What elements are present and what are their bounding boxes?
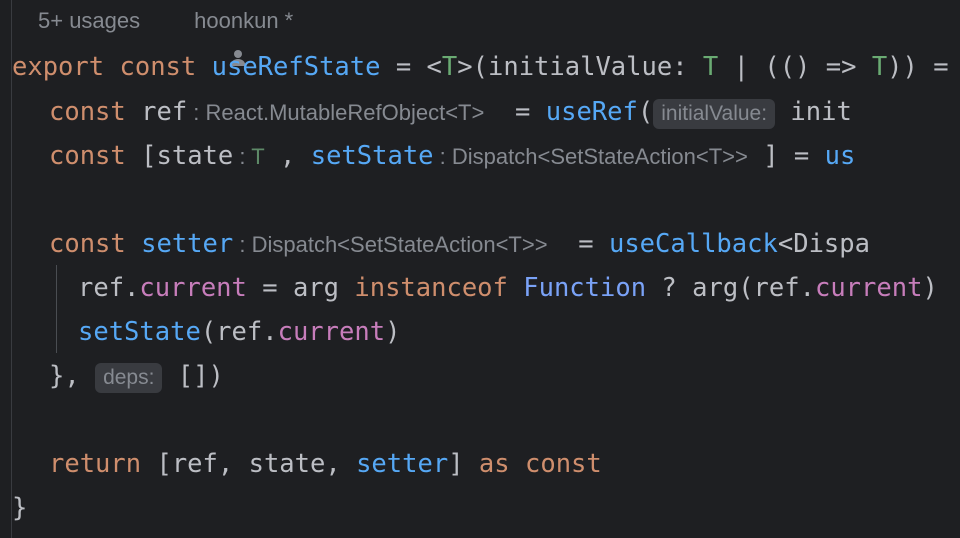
- line-export-signature-token-4: useRefState: [211, 52, 381, 82]
- line-const-state-token-3: :: [233, 144, 252, 169]
- line-const-ref-token-1: [126, 97, 141, 127]
- line-const-setter-token-1: [126, 229, 141, 259]
- line-const-state-token-2: state: [156, 141, 234, 171]
- editor-gutter[interactable]: [0, 0, 11, 538]
- line-const-ref-token-4: =: [484, 97, 546, 127]
- line-const-state-token-0: const: [49, 141, 126, 171]
- line-const-state-token-6: setState: [310, 141, 434, 171]
- line-export-signature-token-3: [196, 52, 211, 82]
- line-const-setter-token-5: useCallback: [608, 229, 778, 259]
- line-const-setter[interactable]: const setter : Dispatch<SetStateAction<T…: [49, 222, 870, 266]
- line-close-function[interactable]: }: [12, 486, 27, 530]
- author-label[interactable]: hoonkun *: [194, 4, 293, 38]
- line-ref-current-assign-token-4: [508, 273, 523, 303]
- line-export-signature[interactable]: export const useRefState = <T>(initialVa…: [12, 45, 949, 89]
- line-export-signature-token-8: T: [702, 52, 719, 82]
- line-const-ref-token-2: ref: [141, 97, 188, 127]
- author-group[interactable]: hoonkun *: [166, 4, 293, 66]
- line-export-signature-token-5: = <: [380, 52, 442, 82]
- line-const-state-token-8: ] =: [747, 141, 825, 171]
- usages-link[interactable]: 5+ usages: [38, 4, 140, 38]
- code-surface[interactable]: 5+ usages hoonkun * export const useRefS…: [12, 0, 960, 538]
- line-const-state-token-4: T: [251, 144, 265, 169]
- line-const-state-token-9: us: [824, 141, 856, 171]
- line-const-ref-token-0: const: [49, 97, 126, 127]
- line-const-ref-token-8: init: [775, 97, 852, 127]
- line-setstate-call-token-1: (ref.: [200, 317, 278, 347]
- line-const-setter-token-0: const: [49, 229, 126, 259]
- line-return-token-0: return: [49, 449, 142, 479]
- line-const-state-token-7: : Dispatch<SetStateAction<T>>: [433, 144, 748, 169]
- line-setstate-call-token-2: current: [277, 317, 386, 347]
- line-const-ref-token-5: useRef: [545, 97, 638, 127]
- code-editor[interactable]: 5+ usages hoonkun * export const useRefS…: [0, 0, 960, 538]
- line-setstate-call-token-0: setState: [78, 317, 201, 347]
- line-setstate-call-token-3: ): [385, 317, 401, 347]
- line-ref-current-assign-token-2: = arg: [246, 273, 355, 303]
- line-const-state[interactable]: const [state : T , setState : Dispatch<S…: [49, 134, 855, 178]
- line-const-setter-token-3: : Dispatch<SetStateAction<T>>: [233, 232, 548, 257]
- line-ref-current-assign-token-5: Function: [523, 273, 647, 303]
- line-const-state-token-5: ,: [264, 141, 311, 171]
- line-ref-current-assign-token-1: current: [139, 273, 247, 303]
- line-close-deps-token-2: []): [162, 361, 224, 391]
- line-return-token-5: [510, 449, 525, 479]
- line-export-signature-token-7: >(initialValue:: [457, 52, 703, 82]
- line-return-token-1: [ref, state,: [141, 449, 357, 479]
- line-export-signature-token-9: | (() =>: [718, 52, 872, 82]
- line-export-signature-token-0: export: [12, 52, 105, 82]
- line-ref-current-assign-token-0: ref.: [78, 273, 140, 303]
- line-return-token-4: as: [478, 449, 510, 479]
- line-export-signature-token-11: )) =: [887, 52, 949, 82]
- line-export-signature-token-2: const: [119, 52, 197, 82]
- indent-guide-0: [56, 265, 57, 353]
- line-return-token-2: setter: [356, 449, 449, 479]
- line-close-deps-token-1: deps:: [95, 363, 163, 393]
- line-close-deps[interactable]: }, deps: []): [49, 354, 224, 398]
- line-return-token-6: const: [524, 449, 602, 479]
- line-close-deps-token-0: },: [49, 361, 96, 391]
- code-vision-header: 5+ usages hoonkun *: [38, 4, 293, 66]
- line-setstate-call[interactable]: setState(ref.current): [78, 310, 400, 354]
- line-const-ref-token-7: initialValue:: [653, 99, 776, 129]
- line-close-function-token-0: }: [12, 493, 28, 523]
- line-const-state-token-1: [: [125, 141, 157, 171]
- line-const-setter-token-4: =: [547, 229, 609, 259]
- line-ref-current-assign[interactable]: ref.current = arg instanceof Function ? …: [78, 266, 938, 310]
- line-const-ref-token-3: : React.MutableRefObject<T>: [187, 100, 485, 125]
- line-export-signature-token-1: [104, 52, 119, 82]
- line-const-ref[interactable]: const ref : React.MutableRefObject<T> = …: [49, 90, 852, 134]
- line-const-setter-token-6: <Dispa: [777, 229, 870, 259]
- line-export-signature-token-6: T: [441, 52, 458, 82]
- line-export-signature-token-10: T: [871, 52, 888, 82]
- line-const-setter-token-2: setter: [141, 229, 234, 259]
- line-ref-current-assign-token-3: instanceof: [354, 273, 508, 303]
- line-return[interactable]: return [ref, state, setter] as const: [49, 442, 602, 486]
- person-icon: [166, 11, 246, 66]
- line-const-ref-token-6: (: [637, 97, 654, 127]
- line-ref-current-assign-token-7: current: [814, 273, 923, 303]
- line-return-token-3: ]: [448, 449, 479, 479]
- line-ref-current-assign-token-8: ): [922, 273, 938, 303]
- line-ref-current-assign-token-6: ? arg(ref.: [646, 273, 815, 303]
